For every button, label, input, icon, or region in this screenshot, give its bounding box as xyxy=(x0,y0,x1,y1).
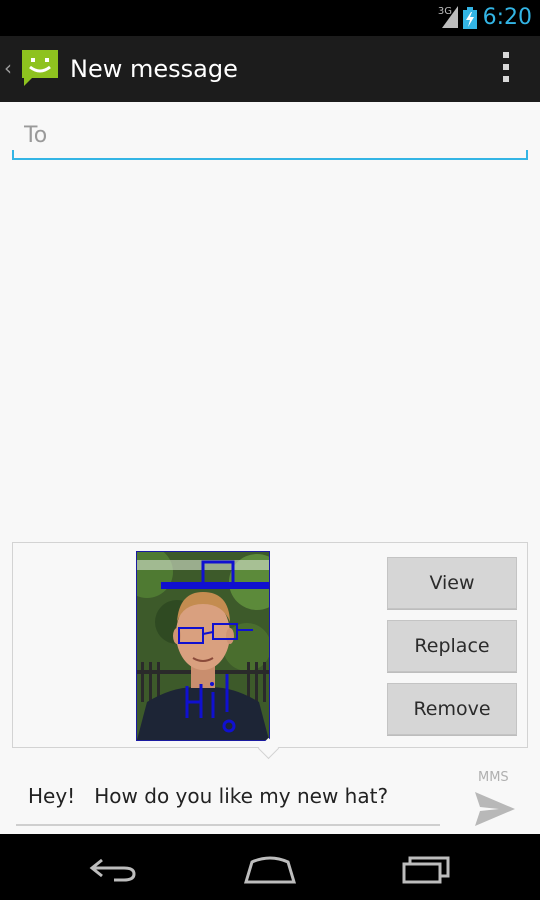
to-underline-left-tick xyxy=(12,150,14,160)
back-icon[interactable] xyxy=(86,852,142,884)
overflow-menu-icon[interactable] xyxy=(502,52,510,86)
attachment-pointer xyxy=(257,737,280,760)
to-input[interactable] xyxy=(12,112,528,158)
send-icon[interactable] xyxy=(473,790,517,828)
page-title: New message xyxy=(70,55,238,83)
recents-icon[interactable] xyxy=(398,852,454,884)
replace-button[interactable]: Replace xyxy=(387,620,517,672)
photo-image xyxy=(137,552,269,740)
to-underline-right-tick xyxy=(526,150,528,160)
photo-thumbnail[interactable] xyxy=(136,551,270,741)
message-input[interactable]: Hey! How do you like my new hat? xyxy=(28,784,388,808)
messaging-app-icon[interactable] xyxy=(18,46,62,90)
action-bar: ‹ New message xyxy=(0,36,540,102)
up-caret-icon[interactable]: ‹ xyxy=(4,56,12,80)
navigation-bar xyxy=(0,834,540,900)
battery-charging-icon xyxy=(463,7,477,29)
compose-bar: Hey! How do you like my new hat? MMS xyxy=(0,762,540,834)
status-bar: 3G 6:20 xyxy=(0,0,540,36)
remove-button[interactable]: Remove xyxy=(387,683,517,735)
attachment-panel: View Replace Remove xyxy=(12,542,528,760)
home-icon[interactable] xyxy=(242,852,298,884)
clock: 6:20 xyxy=(482,5,532,30)
screen: 3G 6:20 ‹ New message To View Replace Re… xyxy=(0,0,540,900)
message-underline xyxy=(16,824,440,826)
message-type-label: MMS xyxy=(478,770,509,785)
recipient-field xyxy=(12,112,528,160)
to-underline xyxy=(12,158,528,160)
view-button[interactable]: View xyxy=(387,557,517,609)
signal-icon xyxy=(442,6,458,28)
